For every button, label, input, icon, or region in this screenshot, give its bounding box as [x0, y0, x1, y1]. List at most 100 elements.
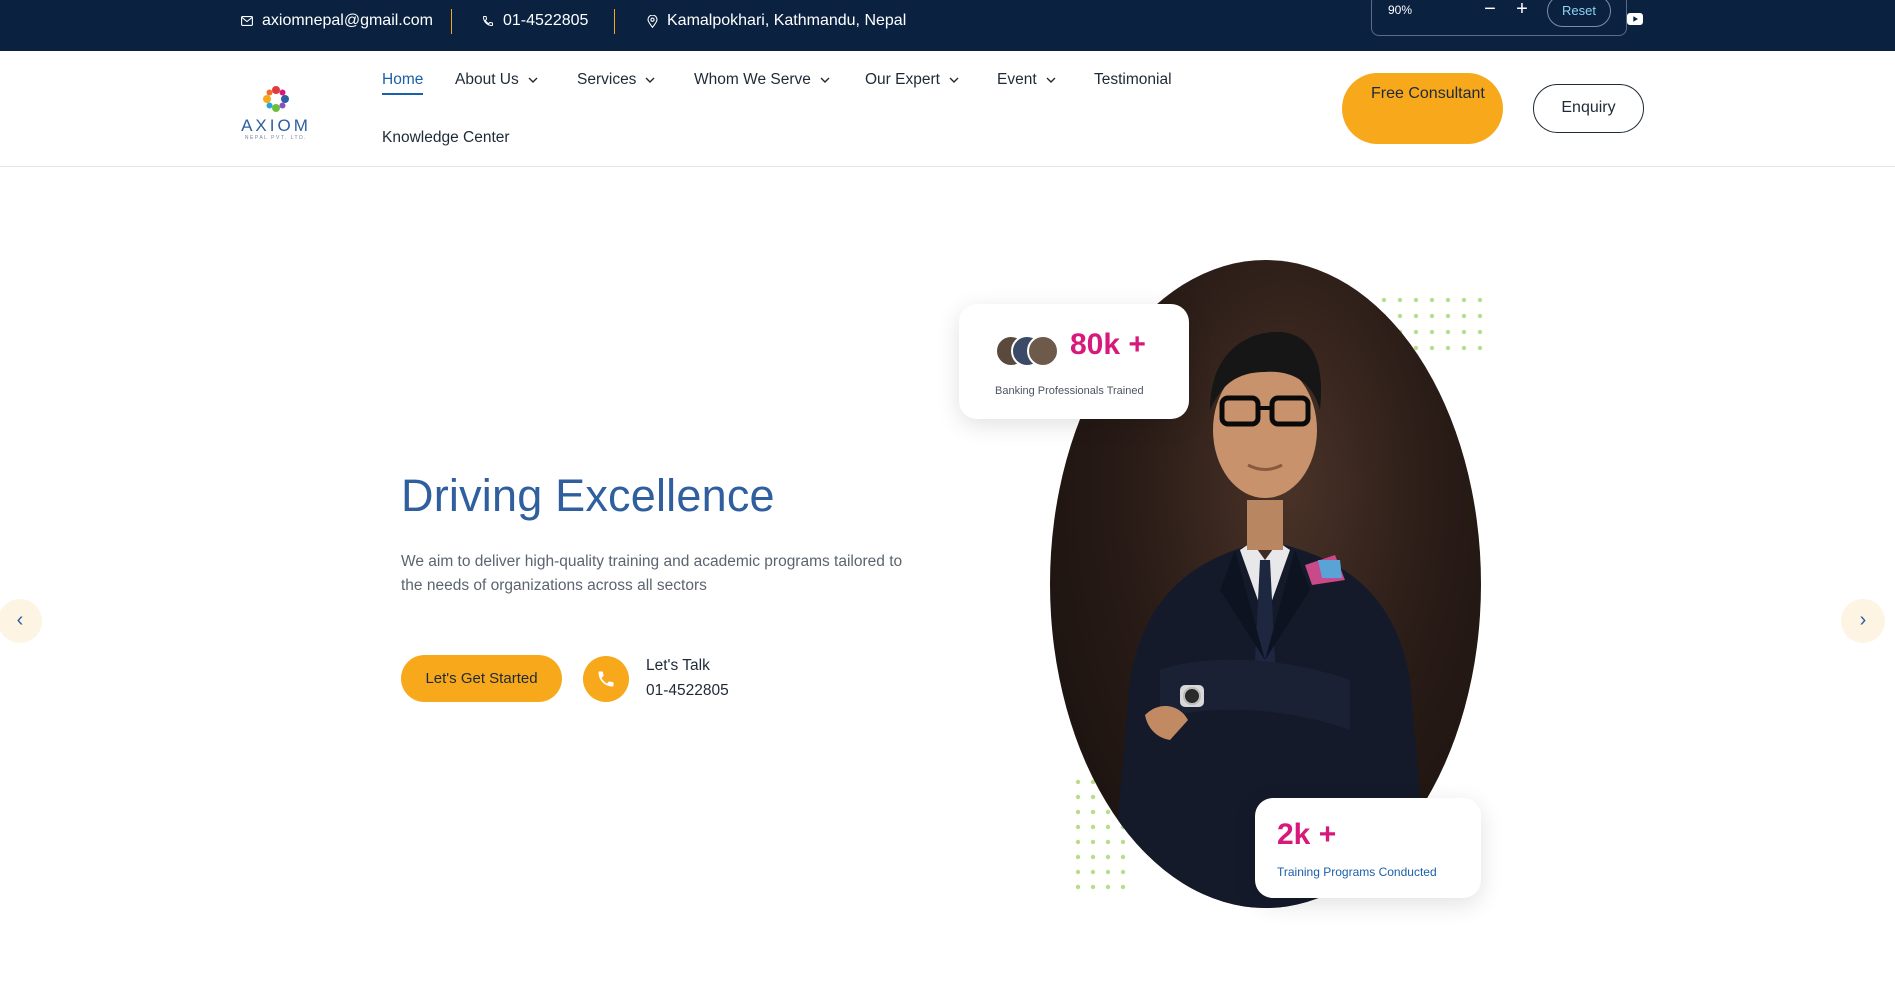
nav-knowledge-center[interactable]: Knowledge Center [382, 129, 510, 147]
decorative-dot [1413, 329, 1419, 335]
zoom-reset-button[interactable]: Reset [1547, 0, 1611, 27]
nav-event-label: Event [997, 71, 1037, 88]
decorative-dot [1075, 869, 1081, 875]
stat-label: Training Programs Conducted [1277, 865, 1437, 879]
slider-prev-button[interactable]: ‹ [0, 599, 42, 643]
decorative-dot [1461, 297, 1467, 303]
youtube-icon[interactable] [1627, 13, 1643, 25]
decorative-dot [1429, 297, 1435, 303]
decorative-dot [1445, 329, 1451, 335]
phone-icon [598, 671, 614, 687]
decorative-dot [1397, 313, 1403, 319]
decorative-dot [1429, 345, 1435, 351]
decorative-dot [1075, 884, 1081, 890]
hero-description: We aim to deliver high-quality training … [401, 553, 903, 594]
chevron-down-icon [528, 77, 538, 83]
phone-contact[interactable]: 01-4522805 [482, 0, 588, 42]
decorative-dot [1105, 884, 1111, 890]
decorative-dot [1075, 794, 1081, 800]
chevron-down-icon [949, 77, 959, 83]
decorative-dot [1090, 884, 1096, 890]
stat-value: 2k + [1277, 818, 1337, 851]
decorative-dot [1445, 297, 1451, 303]
nav-home-label: Home [382, 71, 424, 88]
decorative-dot [1120, 854, 1126, 860]
top-contact-bar: axiomnepal@gmail.com 01-4522805 Kamalpok… [0, 0, 1895, 51]
lets-talk-label: Let's Talk [646, 657, 710, 674]
lets-talk-phone[interactable]: 01-4522805 [646, 682, 729, 700]
decorative-dot [1090, 869, 1096, 875]
hero-title: Driving Excellence [401, 470, 775, 521]
decorative-dot [1381, 297, 1387, 303]
nav-active-indicator [382, 93, 423, 95]
zoom-level: 90% [1388, 3, 1413, 17]
decorative-dot [1429, 329, 1435, 335]
decorative-dot [1105, 854, 1111, 860]
decorative-dot [1429, 313, 1435, 319]
chevron-down-icon [645, 77, 655, 83]
decorative-dot [1445, 313, 1451, 319]
nav-about-label: About Us [455, 71, 519, 88]
decorative-dot [1090, 839, 1096, 845]
stat-label: Banking Professionals Trained [995, 385, 1144, 397]
avatar [1027, 335, 1059, 367]
email-contact[interactable]: axiomnepal@gmail.com [241, 0, 433, 42]
decorative-dot [1075, 854, 1081, 860]
axiom-logo[interactable]: AXIOM NEPAL PVT. LTD. [238, 81, 314, 141]
zoom-in-button[interactable]: + [1511, 0, 1533, 21]
decorative-dot [1090, 794, 1096, 800]
decorative-dot [1120, 884, 1126, 890]
main-header: AXIOM NEPAL PVT. LTD. Home About Us Serv… [0, 51, 1895, 167]
nav-home[interactable]: Home [382, 71, 423, 89]
mail-icon [241, 16, 253, 26]
decorative-dot [1090, 809, 1096, 815]
nav-expert-label: Our Expert [865, 71, 940, 88]
decorative-dot [1445, 345, 1451, 351]
chevron-down-icon [820, 77, 830, 83]
decorative-dot [1075, 839, 1081, 845]
nav-knowledge-label: Knowledge Center [382, 129, 510, 146]
nav-whom-we-serve[interactable]: Whom We Serve [694, 71, 830, 89]
zoom-out-button[interactable]: − [1479, 0, 1501, 21]
address-contact[interactable]: Kamalpokhari, Kathmandu, Nepal [647, 0, 906, 42]
decorative-dot [1461, 329, 1467, 335]
nav-about[interactable]: About Us [455, 71, 538, 89]
logo-subtext: NEPAL PVT. LTD. [245, 135, 307, 141]
email-text: axiomnepal@gmail.com [262, 12, 433, 29]
slider-next-button[interactable]: › [1841, 599, 1885, 643]
enquiry-button[interactable]: Enquiry [1533, 84, 1644, 133]
decorative-dot [1461, 313, 1467, 319]
decorative-dot [1105, 839, 1111, 845]
nav-services-label: Services [577, 71, 637, 88]
nav-testimonial[interactable]: Testimonial [1094, 71, 1172, 89]
logo-wordmark: AXIOM [241, 116, 311, 135]
decorative-dot [1477, 345, 1483, 351]
decorative-dot [1397, 297, 1403, 303]
decorative-dot [1105, 809, 1111, 815]
decorative-dot [1477, 329, 1483, 335]
nav-whom-label: Whom We Serve [694, 71, 811, 88]
nav-our-expert[interactable]: Our Expert [865, 71, 959, 89]
stat-card-programs: 2k + Training Programs Conducted [1255, 798, 1481, 898]
decorative-dot [1477, 297, 1483, 303]
phone-icon [482, 16, 493, 27]
divider [614, 9, 615, 34]
get-started-button[interactable]: Let's Get Started [401, 655, 562, 702]
nav-event[interactable]: Event [997, 71, 1056, 89]
location-pin-icon [647, 14, 658, 28]
decorative-dot [1477, 313, 1483, 319]
stat-card-professionals: 80k + Banking Professionals Trained [959, 304, 1189, 419]
free-consultant-button[interactable]: Free Consultant [1342, 73, 1503, 144]
nav-services[interactable]: Services [577, 71, 655, 89]
chevron-down-icon [1046, 77, 1056, 83]
decorative-dot [1461, 345, 1467, 351]
decorative-dot [1090, 854, 1096, 860]
decorative-dot [1120, 869, 1126, 875]
divider [451, 9, 452, 34]
decorative-dot [1105, 869, 1111, 875]
phone-text: 01-4522805 [503, 12, 589, 29]
decorative-dot [1075, 809, 1081, 815]
call-button[interactable] [583, 656, 629, 702]
nav-testimonial-label: Testimonial [1094, 71, 1172, 88]
decorative-dot [1413, 313, 1419, 319]
